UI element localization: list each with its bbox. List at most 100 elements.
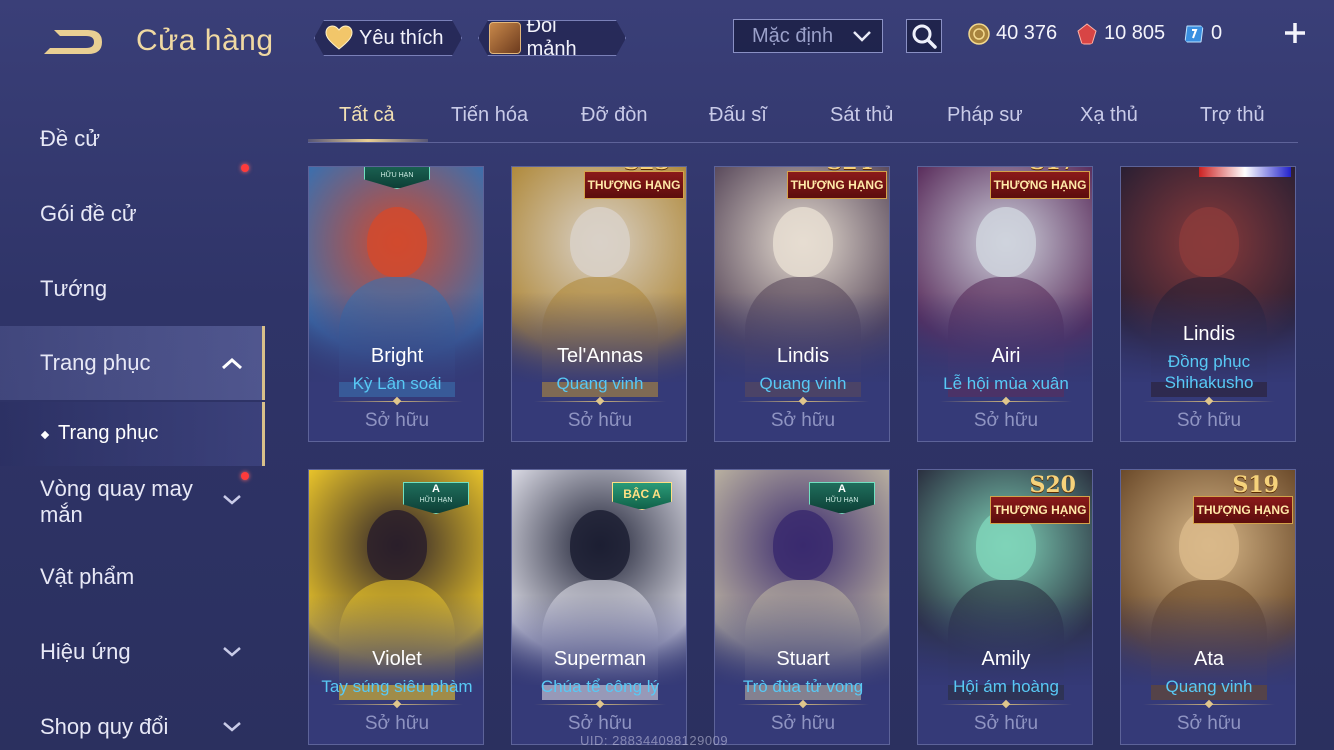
card-divider <box>940 704 1072 705</box>
card-divider <box>1143 704 1275 705</box>
tab-evolution[interactable]: Tiến hóa <box>451 104 528 127</box>
back-arrow-icon[interactable] <box>40 22 106 62</box>
skin-name: Tay súng siêu phàm <box>321 677 473 696</box>
tab-marksman[interactable]: Xạ thủ <box>1080 104 1138 127</box>
card-divider <box>331 704 463 705</box>
skin-grid: AHỮU HẠNBrightKỳ Lân soáiSở hữuS23THƯỢNG… <box>308 166 1298 750</box>
sidebar-item-label: Vòng quay may mắn <box>40 476 193 527</box>
skin-name: Chúa tể công lý <box>540 677 660 696</box>
sort-dropdown[interactable]: Mặc định <box>733 19 883 53</box>
skin-card[interactable]: S17THƯỢNG HẠNGAiriLễ hội mùa xuânSở hữu <box>917 166 1093 442</box>
category-sidebar: Đề cử Gói đề cử Tướng Trang phục Trang p… <box>0 100 265 750</box>
ticket-balance[interactable]: 0 <box>1183 22 1222 45</box>
skin-name: Quang vinh <box>556 374 644 393</box>
card-divider <box>534 704 666 705</box>
owned-status: Sở hữu <box>364 410 430 431</box>
uid-watermark: UID: 288344098129009 <box>580 733 729 748</box>
tab-support[interactable]: Trợ thủ <box>1200 104 1265 127</box>
ticket-amount: 0 <box>1211 22 1223 44</box>
skin-card[interactable]: S19 THƯỢNG HẠNG Ata Quang vinh Sở hữu <box>1120 469 1296 745</box>
rank-badge: THƯỢNG HẠNG <box>1193 496 1293 524</box>
skin-name: Lễ hội mùa xuân <box>943 374 1069 393</box>
sort-value: Mặc định <box>752 24 834 47</box>
owned-status: Sở hữu <box>770 410 836 431</box>
blue-ticket-icon <box>1184 25 1204 42</box>
hero-portrait <box>976 207 1036 277</box>
owned-status: Sở hữu <box>1176 410 1242 431</box>
sidebar-item-label: Shop quy đổi <box>40 714 169 739</box>
skin-card[interactable]: S24THƯỢNG HẠNGLindisQuang vinhSở hữu <box>714 166 890 442</box>
exchange-fragments-button[interactable]: Đổi mảnh <box>478 20 626 56</box>
owned-status: Sở hữu <box>770 713 836 734</box>
limited-badge-grade: A <box>432 483 440 495</box>
owned-status: Sở hữu <box>567 410 633 431</box>
search-button[interactable] <box>906 19 942 53</box>
card-divider <box>940 401 1072 402</box>
sidebar-item-recommended-packs[interactable]: Gói đề cử <box>0 164 262 243</box>
hero-name: Ata <box>1193 648 1225 670</box>
card-divider <box>737 401 869 402</box>
search-icon <box>912 24 937 49</box>
skin-card[interactable]: S20 THƯỢNG HẠNG Amily Hội ám hoàng Sở hữu <box>917 469 1093 745</box>
heart-icon <box>325 25 353 51</box>
notification-dot <box>241 164 249 172</box>
hero-portrait <box>773 207 833 277</box>
skin-card[interactable]: S23THƯỢNG HẠNGTel'AnnasQuang vinhSở hữu <box>511 166 687 442</box>
limited-badge-label: HỮU HẠN <box>419 497 453 504</box>
skin-name: Quang vinh <box>759 374 847 393</box>
sidebar-item-label: Hiệu ứng <box>40 639 131 664</box>
bullet-icon <box>40 430 50 440</box>
skin-name: Hội ám hoàng <box>953 677 1059 696</box>
sidebar-item-label: Gói đề cử <box>40 201 137 226</box>
sidebar-item-heroes[interactable]: Tướng <box>0 258 262 318</box>
page-title: Cửa hàng <box>136 24 274 57</box>
tab-mage[interactable]: Pháp sư <box>947 104 1023 127</box>
hero-name: Violet <box>372 648 422 670</box>
hero-portrait <box>367 207 427 277</box>
owned-status: Sở hữu <box>567 713 633 734</box>
card-divider <box>534 401 666 402</box>
gold-balance[interactable]: 40 376 <box>968 22 1057 45</box>
sidebar-subitem-skins[interactable]: Trang phục <box>0 402 265 466</box>
owned-status: Sở hữu <box>973 713 1039 734</box>
skin-card[interactable]: Lindis Đồng phục Shihakusho Sở hữu <box>1120 166 1296 442</box>
hero-name: Bright <box>370 345 424 367</box>
chevron-down-icon <box>853 31 871 42</box>
voucher-balance[interactable]: 10 805 <box>1076 22 1165 45</box>
chest-icon <box>489 22 521 54</box>
plus-icon <box>1285 23 1305 43</box>
rank-badge: THƯỢNG HẠNG <box>787 171 887 199</box>
skin-card[interactable]: BẬC A Superman Chúa tể công lý Sở hữu <box>511 469 687 745</box>
owned-status: Sở hữu <box>364 713 430 734</box>
rank-badge: THƯỢNG HẠNG <box>584 171 684 199</box>
add-currency-button[interactable] <box>1280 18 1310 52</box>
skin-card[interactable]: AHỮU HẠNBrightKỳ Lân soáiSở hữu <box>308 166 484 442</box>
hero-name: Lindis <box>776 345 830 367</box>
sidebar-item-skins[interactable]: Trang phục <box>0 326 265 400</box>
hero-name: Amily <box>981 648 1031 670</box>
card-divider <box>1143 401 1275 402</box>
hero-name: Superman <box>553 648 647 670</box>
active-tab-indicator <box>308 139 428 142</box>
hero-portrait <box>1179 207 1239 277</box>
tab-all[interactable]: Tất cả <box>339 104 395 127</box>
skin-card[interactable]: A HỮU HẠN Violet Tay súng siêu phàm Sở hữu <box>308 469 484 745</box>
hero-name: Tel'Annas <box>556 345 644 367</box>
sidebar-item-items[interactable]: Vật phẩm <box>0 558 262 618</box>
tab-tank[interactable]: Đỡ đòn <box>581 104 647 127</box>
sidebar-item-recommended[interactable]: Đề cử <box>0 108 262 168</box>
top-bar: Cửa hàng Yêu thích Đổi mảnh Mặc định 40 … <box>0 0 1334 80</box>
sidebar-item-effects[interactable]: Hiệu ứng <box>0 633 262 693</box>
sidebar-item-exchange-shop[interactable]: Shop quy đổi <box>0 708 262 750</box>
skin-artwork <box>1121 167 1295 397</box>
skin-card[interactable]: A HỮU HẠN Stuart Trò đùa tử vong Sở hữu <box>714 469 890 745</box>
voucher-amount: 10 805 <box>1104 22 1166 44</box>
hero-portrait <box>367 510 427 580</box>
tab-fighter[interactable]: Đấu sĩ <box>709 104 767 127</box>
sidebar-item-lucky-wheel[interactable]: Vòng quay may mắn <box>0 470 262 532</box>
tab-assassin[interactable]: Sát thủ <box>830 104 893 127</box>
skin-name: Quang vinh <box>1165 677 1253 696</box>
favorites-button[interactable]: Yêu thích <box>314 20 462 56</box>
rank-badge: THƯỢNG HẠNG <box>990 171 1090 199</box>
hero-portrait <box>773 510 833 580</box>
